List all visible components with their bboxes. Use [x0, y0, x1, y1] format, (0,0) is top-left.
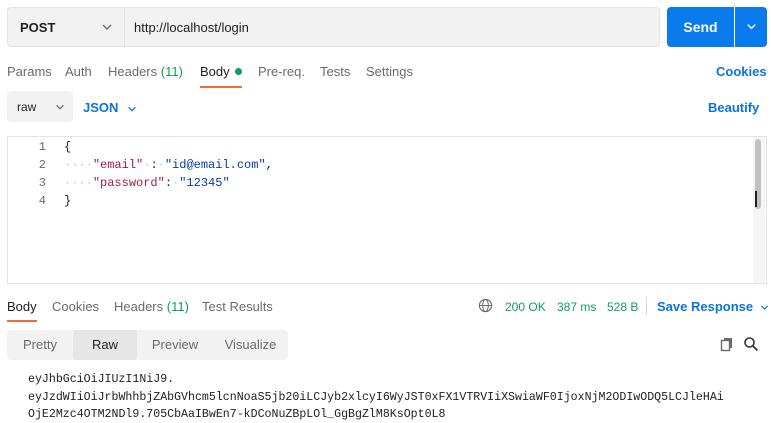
- tab-body[interactable]: Body: [200, 64, 242, 79]
- tab-headers[interactable]: Headers (11): [108, 64, 183, 79]
- response-tab-body[interactable]: Body: [7, 299, 37, 314]
- tab-tests[interactable]: Tests: [320, 64, 350, 79]
- view-preview-button[interactable]: Preview: [137, 330, 213, 360]
- tab-settings[interactable]: Settings: [366, 64, 413, 79]
- code-editor[interactable]: 1 2 3 4 { ····"email"·:·"id@email.com", …: [7, 136, 767, 284]
- cookies-link[interactable]: Cookies: [716, 64, 767, 79]
- beautify-button[interactable]: Beautify: [708, 100, 759, 115]
- tab-pre-request[interactable]: Pre-req.: [258, 64, 305, 79]
- line-number: 4: [38, 194, 46, 208]
- tab-params[interactable]: Params: [7, 64, 52, 79]
- response-tab-headers-count: (11): [166, 299, 189, 314]
- line-number: 2: [38, 158, 46, 172]
- editor-scrollbar[interactable]: [753, 137, 765, 283]
- json-key: "email": [92, 158, 144, 172]
- tab-headers-label: Headers: [108, 64, 158, 79]
- chevron-down-icon: [747, 24, 756, 30]
- active-tab-indicator: [200, 86, 242, 88]
- json-key: "password": [92, 176, 165, 190]
- tab-headers-count: (11): [160, 64, 183, 79]
- body-mode-select[interactable]: raw: [7, 91, 73, 122]
- save-response-button[interactable]: Save Response: [657, 299, 770, 314]
- tab-body-label: Body: [200, 64, 230, 79]
- json-value: "id@email.com": [164, 158, 266, 172]
- response-tab-headers-label: Headers: [114, 299, 164, 314]
- status-dot-icon: [234, 68, 242, 76]
- text-cursor: [755, 191, 763, 207]
- search-icon[interactable]: [743, 336, 759, 352]
- chevron-down-icon: [128, 106, 137, 112]
- code-line-2: ····"email"·:·"id@email.com",: [64, 158, 273, 172]
- json-value: "12345": [179, 176, 230, 190]
- language-select[interactable]: JSON: [83, 100, 138, 115]
- response-tab-headers[interactable]: Headers (11): [114, 299, 189, 314]
- code-line-1: {: [64, 140, 72, 154]
- method-label: POST: [20, 20, 56, 35]
- chevron-down-icon: [761, 305, 769, 310]
- response-text-line: eyJzdWIiOiJrbWhhbjZAbGVhcm5lcnNoaS5jb20i…: [28, 391, 724, 404]
- divider: [646, 297, 647, 315]
- body-mode-label: raw: [17, 100, 37, 114]
- copy-icon[interactable]: [719, 336, 735, 352]
- url-input[interactable]: [134, 17, 634, 37]
- globe-icon[interactable]: [478, 298, 493, 313]
- line-number: 1: [38, 140, 46, 154]
- response-text-line: OjE2Mzc4OTM2NDl9.705CbAaIBwEn7-kDCoNuZBp…: [28, 408, 446, 421]
- send-options-button[interactable]: [735, 7, 767, 47]
- status-code[interactable]: 200 OK: [505, 300, 546, 314]
- response-text-line: eyJhbGciOiJIUzI1NiJ9.: [28, 373, 175, 386]
- response-tab-cookies[interactable]: Cookies: [52, 299, 99, 314]
- response-size[interactable]: 528 B: [607, 300, 638, 314]
- method-select[interactable]: POST: [7, 7, 124, 47]
- save-response-label: Save Response: [657, 299, 754, 314]
- line-number: 3: [38, 176, 46, 190]
- language-label: JSON: [83, 100, 119, 115]
- url-field[interactable]: [124, 7, 660, 47]
- code-line-3: ····"password":·"12345": [64, 176, 230, 190]
- active-tab-indicator: [7, 320, 37, 322]
- response-view-switcher: Pretty Raw Preview Visualize: [7, 330, 288, 360]
- chevron-down-icon: [56, 104, 64, 110]
- view-pretty-button[interactable]: Pretty: [7, 330, 73, 360]
- view-raw-button[interactable]: Raw: [73, 330, 137, 360]
- response-time[interactable]: 387 ms: [557, 300, 596, 314]
- chevron-down-icon: [102, 24, 112, 30]
- code-line-4: }: [64, 194, 72, 208]
- tab-auth[interactable]: Auth: [65, 64, 92, 79]
- send-button[interactable]: Send: [667, 7, 734, 47]
- response-tab-test-results[interactable]: Test Results: [202, 299, 273, 314]
- view-visualize-button[interactable]: Visualize: [213, 330, 288, 360]
